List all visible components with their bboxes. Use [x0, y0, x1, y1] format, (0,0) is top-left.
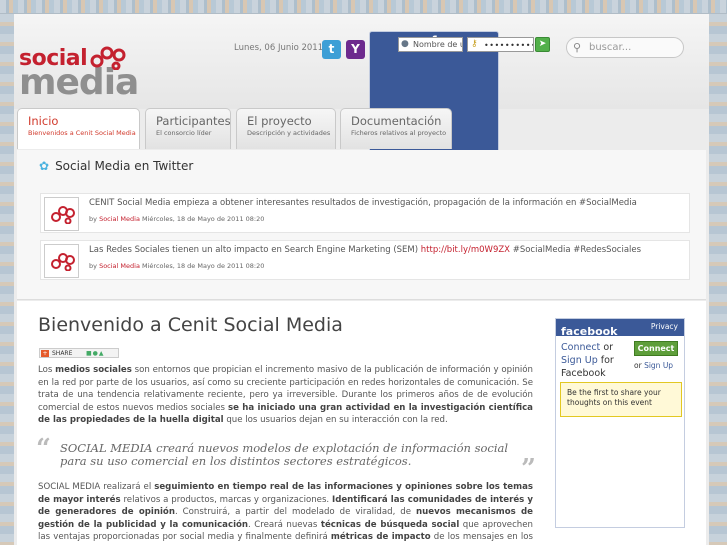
- intro-paragraph: Los medios sociales son entornos que pro…: [38, 364, 533, 427]
- facebook-connect-button[interactable]: Connect: [634, 341, 678, 356]
- twitter-feed: ✿ Social Media en Twitter CENIT Social Me…: [17, 150, 706, 300]
- facebook-widget: facebook Privacy Connect or Sign Up for …: [555, 318, 685, 528]
- paragraph-text: . Creará nuevas: [248, 519, 321, 530]
- emphasis-text: métricas de impacto: [330, 532, 431, 542]
- tab-sublabel: El consorcio líder: [156, 129, 212, 137]
- tab-label: Inicio: [28, 114, 59, 128]
- tweet-by: by: [89, 215, 97, 223]
- tab-sublabel: Ficheros relativos al proyecto: [351, 129, 447, 137]
- tab-label: Documentación: [351, 114, 442, 128]
- paragraph-text: que los usuarios dejan en su interacción…: [223, 415, 448, 425]
- tab-sublabel: Descripción y actividades: [247, 129, 331, 137]
- tweet-by: by: [89, 262, 97, 270]
- site-logo[interactable]: social media: [19, 46, 139, 112]
- emphasis-text: medios sociales: [55, 365, 132, 375]
- decorative-people-left: [0, 14, 14, 545]
- tab-label: Participantes: [156, 114, 231, 128]
- tweet-author-link[interactable]: Social Media: [99, 215, 140, 223]
- tweet-text-hashtags: #SocialMedia #RedesSociales: [510, 245, 642, 255]
- objectives-paragraph: SOCIAL MEDIA realizará el seguimiento en…: [38, 481, 533, 545]
- facebook-privacy-link[interactable]: Privacy: [651, 322, 678, 331]
- paragraph-text: relativos a productos, marcas y organiza…: [120, 494, 332, 505]
- facebook-widget-header: facebook Privacy: [556, 319, 684, 338]
- tweet-text: Las Redes Sociales tienen un alto impact…: [89, 245, 641, 255]
- page: social media Lunes, 06 Junio 2011 t Y f …: [14, 14, 709, 545]
- facebook-signup-link[interactable]: Sign Up: [561, 355, 598, 366]
- password-field[interactable]: ⚷ ••••••••••••: [467, 37, 534, 52]
- tab-label: El proyecto: [247, 114, 312, 128]
- logo-nodes-icon: [51, 253, 75, 271]
- tweet-meta: by Social Media Miércoles, 18 de Mayo de…: [89, 215, 264, 223]
- decorative-people-banner: [0, 0, 727, 14]
- password-mask: ••••••••••••: [484, 41, 533, 50]
- twitter-icon[interactable]: t: [322, 40, 341, 59]
- paragraph-text: . Construirá, a partir del modelado de v…: [174, 507, 417, 517]
- share-button[interactable]: + SHARE ■●▲: [39, 348, 119, 358]
- login-button[interactable]: ➤: [535, 37, 550, 52]
- tweet-text-body: Las Redes Sociales tienen un alto impact…: [89, 245, 421, 255]
- user-icon: ●: [401, 39, 409, 49]
- share-plus-icon: +: [41, 350, 49, 357]
- yahoo-icon[interactable]: Y: [346, 40, 365, 59]
- share-label: SHARE: [52, 350, 73, 357]
- key-icon: ⚷: [471, 39, 479, 49]
- tweet: CENIT Social Media empieza a obtener int…: [40, 193, 690, 233]
- facebook-signup-small: or Sign Up: [634, 361, 673, 370]
- search-input[interactable]: ⚲ buscar...: [566, 37, 684, 58]
- paragraph-text: SOCIAL MEDIA realizará el: [38, 482, 155, 492]
- logo-nodes-icon: [51, 206, 75, 224]
- username-placeholder: Nombre de u: [413, 40, 463, 49]
- close-quote-icon: ”: [521, 454, 536, 484]
- emphasis-text: técnicas de búsqueda social: [320, 519, 460, 530]
- share-services-icon: ■●▲: [86, 350, 105, 357]
- decorative-people-right: [709, 14, 727, 545]
- tab-inicio[interactable]: Inicio Bienvenidos a Cenit Social Media: [17, 108, 140, 149]
- current-date: Lunes, 06 Junio 2011: [234, 43, 324, 53]
- quote-text: SOCIAL MEDIA creará nuevos modelos de ex…: [60, 441, 509, 468]
- main-nav-tabs: Inicio Bienvenidos a Cenit Social Media …: [14, 107, 709, 155]
- tweet-date: Miércoles, 18 de Mayo de 2011 08:20: [142, 262, 265, 270]
- facebook-signup-small-link[interactable]: Sign Up: [644, 361, 673, 370]
- main-content: Bienvenido a Cenit Social Media + SHARE …: [17, 301, 706, 545]
- tweet-date: Miércoles, 18 de Mayo de 2011 08:20: [142, 215, 265, 223]
- tweet-avatar[interactable]: [44, 197, 79, 231]
- tweet-author-link[interactable]: Social Media: [99, 262, 140, 270]
- facebook-or: or: [603, 342, 614, 353]
- tab-participantes[interactable]: Participantes El consorcio líder: [145, 108, 231, 149]
- twitter-feed-header: ✿ Social Media en Twitter: [39, 159, 193, 173]
- tweet-avatar[interactable]: [44, 244, 79, 278]
- paragraph-text: Los: [38, 365, 56, 375]
- header: social media Lunes, 06 Junio 2011 t Y f …: [14, 14, 709, 241]
- facebook-share-note: Be the first to share your thoughts on t…: [560, 382, 682, 417]
- logo-nodes-icon: [90, 46, 126, 70]
- search-placeholder: buscar...: [589, 42, 632, 53]
- facebook-connect-link[interactable]: Connect: [561, 342, 600, 353]
- open-quote-icon: “: [36, 434, 51, 464]
- page-title: Bienvenido a Cenit Social Media: [38, 314, 343, 336]
- tweet: Las Redes Sociales tienen un alto impact…: [40, 240, 690, 280]
- twitter-bird-icon: ✿: [39, 159, 50, 173]
- username-field[interactable]: ● Nombre de u: [398, 37, 463, 52]
- tweet-text-body: CENIT Social Media empieza a obtener int…: [89, 198, 637, 208]
- pull-quote: “ SOCIAL MEDIA creará nuevos modelos de …: [36, 434, 536, 484]
- tab-el-proyecto[interactable]: El proyecto Descripción y actividades: [236, 108, 336, 149]
- facebook-connect-text: Connect or Sign Up for Facebook: [561, 341, 621, 380]
- twitter-feed-title: Social Media en Twitter: [55, 159, 194, 173]
- tab-documentacion[interactable]: Documentación Ficheros relativos al proy…: [340, 108, 452, 149]
- tweet-meta: by Social Media Miércoles, 18 de Mayo de…: [89, 262, 264, 270]
- tab-sublabel: Bienvenidos a Cenit Social Media: [28, 129, 136, 137]
- facebook-or-small: or: [634, 361, 642, 370]
- facebook-logo: facebook: [561, 325, 618, 338]
- search-icon: ⚲: [573, 41, 582, 54]
- tweet-link[interactable]: http://bit.ly/m0W9ZX: [421, 245, 510, 255]
- tweet-text: CENIT Social Media empieza a obtener int…: [89, 198, 637, 208]
